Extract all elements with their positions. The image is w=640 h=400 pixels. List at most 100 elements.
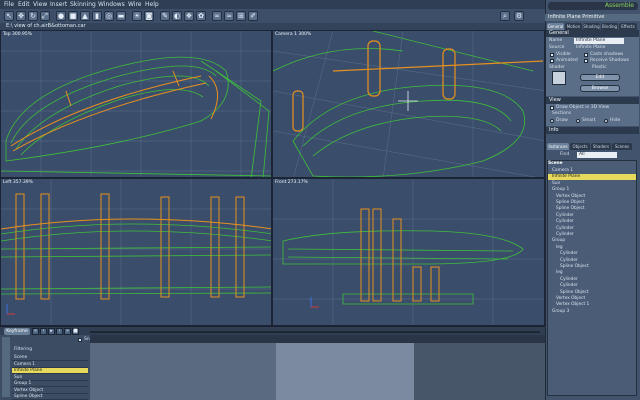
rewind-icon[interactable]: « [32, 328, 39, 335]
animated-checkbox[interactable] [550, 59, 554, 63]
timeline-row[interactable]: Spline Object [12, 394, 88, 400]
brush-icon[interactable]: ✐ [248, 11, 258, 21]
cone-icon[interactable]: ▲ [80, 11, 90, 21]
name-field[interactable]: Infinite Plane [574, 38, 624, 44]
viewport-left[interactable]: Left 357.39% [0, 178, 272, 326]
menu-file[interactable]: File [4, 1, 14, 8]
tab-scenes[interactable]: Scenes [612, 143, 632, 150]
menu-insert[interactable]: Insert [50, 1, 67, 8]
tab-motion[interactable]: Motion [565, 23, 582, 30]
scene-tree-item[interactable]: Vertex Object [548, 194, 636, 200]
cylinder-icon[interactable]: ▮ [92, 11, 102, 21]
scene-tree-item[interactable]: Vertex Object 1 [548, 302, 636, 308]
info-section-header[interactable]: Info [546, 127, 639, 134]
timeline-ruler[interactable] [90, 335, 545, 343]
fast-forward-icon[interactable]: » [64, 328, 71, 335]
select-icon[interactable]: ↖ [4, 11, 14, 21]
scene-tree-item[interactable]: Cylinder [548, 251, 636, 257]
shader-edit-button[interactable]: Edit [580, 74, 620, 81]
light-icon[interactable]: ☀ [132, 11, 142, 21]
settings-icon[interactable]: ⚙ [514, 11, 524, 21]
receive-shadows-checkbox[interactable] [584, 59, 588, 63]
draw-3d-checkbox[interactable] [550, 106, 554, 110]
draw-radio-label: Draw [556, 118, 568, 123]
sphere-icon[interactable]: ● [56, 11, 66, 21]
render-icon[interactable]: ❖ [184, 11, 194, 21]
find-field[interactable]: All [577, 152, 617, 158]
casts-shadows-checkbox[interactable] [584, 53, 588, 57]
menu-view[interactable]: View [33, 1, 47, 8]
plane-icon[interactable]: ▬ [116, 11, 126, 21]
shader-value: Plastic [592, 65, 607, 70]
menu-windows[interactable]: Windows [98, 1, 125, 8]
timeline-track[interactable] [90, 335, 545, 400]
menu-edit[interactable]: Edit [18, 1, 30, 8]
sculpt-icon[interactable]: ✎ [160, 11, 170, 21]
camera-icon[interactable]: ◙ [144, 11, 154, 21]
viewport-top[interactable]: Top 300.95% [0, 30, 272, 178]
draw-radio[interactable] [550, 119, 554, 123]
tab-effects[interactable]: Effects [619, 23, 637, 30]
deform-icon[interactable]: ≈ [224, 11, 234, 21]
timeline-row[interactable]: Scene [12, 355, 88, 361]
shader-preview[interactable] [552, 71, 566, 85]
scene-tree-item[interactable]: Cylinder [548, 283, 636, 289]
keyframe-mode-button[interactable]: Keyframe [4, 328, 30, 335]
view-section-header[interactable]: View [546, 97, 639, 104]
timeline-row[interactable]: Sun [12, 375, 88, 381]
scene-tree-item[interactable]: Infinite Plane [548, 174, 636, 181]
rotate-icon[interactable]: ↻ [28, 11, 38, 21]
scale-icon[interactable]: ⤢ [40, 11, 50, 21]
tab-shading[interactable]: Shading [583, 23, 600, 30]
smart-radio[interactable] [576, 119, 580, 123]
material-icon[interactable]: ◐ [172, 11, 182, 21]
snap-checkbox[interactable] [78, 338, 82, 342]
move-icon[interactable]: ✥ [16, 11, 26, 21]
time-slider-track[interactable] [90, 331, 540, 333]
prev-frame-icon[interactable]: ‹ [40, 328, 47, 335]
paint-icon[interactable]: ✿ [196, 11, 206, 21]
scene-tree-item[interactable]: leg [548, 245, 636, 251]
scene-tree-title[interactable]: Scene [548, 161, 636, 167]
general-section-header[interactable]: General [546, 30, 639, 37]
source-value: Infinite Plane [576, 45, 606, 50]
viewport-front[interactable]: Front 273.17% [272, 178, 545, 326]
scene-tree-item[interactable]: Cylinder [548, 213, 636, 219]
menu-help[interactable]: Help [145, 1, 159, 8]
tab-general[interactable]: General [547, 23, 564, 30]
search-icon[interactable]: ⌕ [500, 11, 510, 21]
scene-tree-item[interactable]: Spline Object [548, 206, 636, 212]
scene-tree-item[interactable]: Sun [548, 181, 636, 187]
tab-objects[interactable]: Objects [570, 143, 590, 150]
shader-browse-button[interactable]: Browse [580, 85, 620, 92]
timeline-row[interactable]: Infinite Plane [12, 368, 88, 374]
scene-tree-item[interactable]: Cylinder [548, 277, 636, 283]
timeline-row[interactable]: Group 1 [12, 381, 88, 387]
scene-tree-item[interactable]: Cylinder [548, 226, 636, 232]
scene-tree-item[interactable]: Spline Object [548, 290, 636, 296]
viewport-camera[interactable]: Camera 1 300% [272, 30, 545, 178]
tab-instances[interactable]: Instances [547, 143, 569, 150]
mode-label[interactable]: Assemble [548, 2, 638, 10]
scene-tree-item[interactable]: Group 3 [548, 309, 636, 315]
cube-icon[interactable]: ■ [68, 11, 78, 21]
scene-tree-item[interactable]: leg [548, 270, 636, 276]
next-frame-icon[interactable]: › [56, 328, 63, 335]
menu-skinning[interactable]: Skinning [70, 1, 96, 8]
scene-tree-item[interactable]: Cylinder [548, 219, 636, 225]
timeline-row[interactable]: Camera 1 [12, 362, 88, 368]
layout-icon[interactable]: ⊞ [236, 11, 246, 21]
scene-tree-item[interactable]: Group [548, 238, 636, 244]
stop-icon[interactable]: ■ [72, 328, 79, 335]
play-icon[interactable]: ▸ [48, 328, 55, 335]
visible-checkbox[interactable] [550, 53, 554, 57]
torus-icon[interactable]: ◎ [104, 11, 114, 21]
menu-wire[interactable]: Wire [128, 1, 142, 8]
scene-tree-item[interactable]: Group 1 [548, 187, 636, 193]
scene-tree-item[interactable]: Cylinder [548, 258, 636, 264]
tab-binding[interactable]: Binding [601, 23, 618, 30]
tab-shaders[interactable]: Shaders [591, 143, 611, 150]
timeline-row[interactable]: Vertex Object [12, 388, 88, 394]
hide-radio[interactable] [604, 119, 608, 123]
link-icon[interactable]: ∞ [212, 11, 222, 21]
